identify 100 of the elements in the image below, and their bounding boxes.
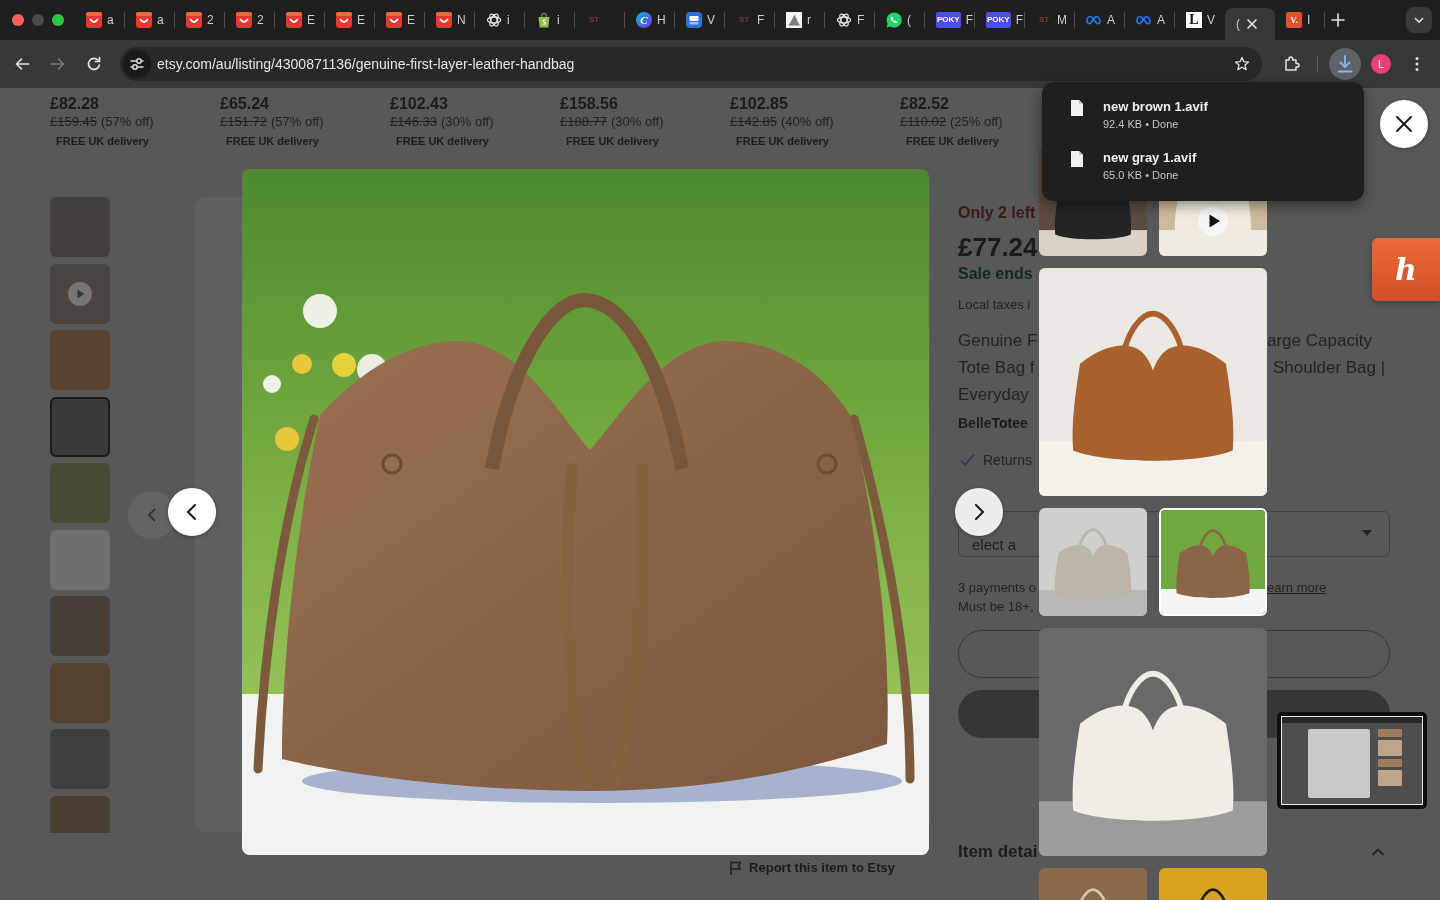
browser-tab[interactable]: 2 [225, 8, 275, 40]
browser-tab[interactable]: E [375, 8, 425, 40]
sale-price: £102.43 [390, 95, 448, 113]
close-button[interactable] [1380, 100, 1428, 148]
browser-tab[interactable]: POKY F [925, 8, 975, 40]
url-text[interactable]: etsy.com/au/listing/4300871136/genuine-first-layer-leather-handbag [157, 56, 575, 72]
site-logo: ST [587, 14, 601, 26]
site-logo: L [1186, 12, 1202, 28]
browser-tab[interactable]: F [825, 8, 875, 40]
delivery-note: FREE UK delivery [906, 134, 999, 148]
delivery-note: FREE UK delivery [396, 134, 489, 148]
gallery-thumbnail[interactable] [50, 396, 110, 457]
handbag-thumbnail-drawing[interactable] [1039, 628, 1267, 856]
gallery-thumbnail[interactable] [50, 596, 110, 656]
tab-search-button[interactable] [1406, 7, 1432, 33]
site-logo: C [636, 12, 652, 28]
listing-price: £77.24 [958, 232, 1038, 262]
browser-tab[interactable]: E [275, 8, 325, 40]
smile-icon [436, 12, 452, 28]
address-bar[interactable]: etsy.com/au/listing/4300871136/genuine-first-layer-leather-handbag [120, 47, 1262, 81]
delivery-note: FREE UK delivery [226, 134, 319, 148]
browser-tab[interactable]: A [1125, 8, 1175, 40]
gallery-thumbnail[interactable] [50, 330, 110, 390]
stock-note: Only 2 left [958, 203, 1036, 223]
smile-icon [186, 12, 202, 28]
smile-icon [336, 12, 352, 28]
triangle-icon [786, 12, 802, 28]
handbag-thumbnail-drawing[interactable] [1159, 508, 1267, 616]
reload-icon[interactable] [86, 56, 102, 72]
smile-icon [86, 12, 102, 28]
extension-tab[interactable]: h [1372, 238, 1440, 301]
site-logo: ST [737, 14, 751, 26]
sale-note: Sale ends [958, 264, 1033, 284]
file-status: 65.0 KB • Done [1103, 168, 1179, 182]
section-heading: Item detai [958, 841, 1038, 863]
close-window-icon[interactable] [12, 14, 24, 26]
delivery-note: FREE UK delivery [566, 134, 659, 148]
smile-icon [136, 12, 152, 28]
profile-avatar[interactable]: L [1371, 54, 1391, 74]
sale-price: £158.56 [560, 95, 618, 113]
site-logo: V. [1286, 12, 1302, 28]
browser-tab[interactable]: V [675, 8, 725, 40]
file-status: 92.4 KB • Done [1103, 117, 1179, 131]
delivery-note: FREE UK delivery [736, 134, 829, 148]
file-name[interactable]: new brown 1.avif [1103, 99, 1208, 115]
plus-icon[interactable] [1330, 12, 1346, 28]
sale-price: £82.28 [50, 95, 99, 113]
gallery-thumbnail[interactable] [50, 263, 110, 324]
browser-tab[interactable]: POKY F [975, 8, 1025, 40]
browser-tab[interactable]: ST F [725, 8, 775, 40]
gallery-thumbnail[interactable] [50, 463, 110, 523]
check-icon [960, 452, 975, 468]
puzzle-icon[interactable] [1283, 55, 1301, 73]
tune-icon[interactable] [123, 50, 151, 78]
browser-tab[interactable]: ST M [1025, 8, 1075, 40]
site-logo: ST [1037, 14, 1051, 26]
gallery-thumbnail[interactable] [50, 197, 110, 257]
close-icon[interactable] [1246, 18, 1258, 30]
sale-price: £82.52 [900, 95, 949, 113]
smile-icon [286, 12, 302, 28]
file-name[interactable]: new gray 1.avif [1103, 150, 1197, 166]
browser-tab[interactable]: A [1075, 8, 1125, 40]
zoom-window-icon[interactable] [52, 14, 64, 26]
handbag-thumbnail-drawing[interactable] [1039, 508, 1147, 616]
site-logo: POKY [936, 12, 961, 28]
browser-tab[interactable]: C H [625, 8, 675, 40]
file-icon [1070, 99, 1084, 117]
browser-tab[interactable]: a [125, 8, 175, 40]
sale-price: £102.85 [730, 95, 788, 113]
smile-icon [386, 12, 402, 28]
browser-tab[interactable]: ( [1225, 8, 1275, 40]
gallery-thumbnail[interactable] [50, 662, 110, 723]
browser-tab[interactable]: i [475, 8, 525, 40]
shopping-bag-icon [536, 12, 552, 28]
atom-icon [836, 12, 852, 28]
browser-tab[interactable]: r [775, 8, 825, 40]
browser-tab[interactable]: i [525, 8, 575, 40]
app-icon [686, 12, 702, 28]
smile-icon [236, 12, 252, 28]
delivery-note: FREE UK delivery [56, 134, 149, 148]
handbag-thumbnail-drawing[interactable] [1039, 268, 1267, 496]
browser-tab[interactable]: N [425, 8, 475, 40]
sale-price: £65.24 [220, 95, 269, 113]
chat-bubble-icon [886, 12, 902, 28]
site-logo: POKY [986, 12, 1011, 28]
browser-tab[interactable]: E [325, 8, 375, 40]
atom-icon [486, 12, 502, 28]
browser-tab[interactable]: V. I [1275, 8, 1325, 40]
star-icon[interactable] [1234, 56, 1250, 72]
back-arrow-icon[interactable] [14, 56, 30, 72]
browser-tab[interactable]: ( [875, 8, 925, 40]
flag-icon [729, 860, 744, 876]
gallery-thumbnail[interactable] [50, 729, 110, 789]
browser-tab[interactable]: 2 [175, 8, 225, 40]
menu-icon[interactable] [1415, 56, 1419, 72]
download-icon[interactable] [1329, 48, 1361, 80]
browser-tab[interactable]: a [75, 8, 125, 40]
browser-tab[interactable]: L V [1175, 8, 1225, 40]
next-image-button[interactable] [955, 488, 1003, 536]
file-icon [1070, 150, 1084, 168]
